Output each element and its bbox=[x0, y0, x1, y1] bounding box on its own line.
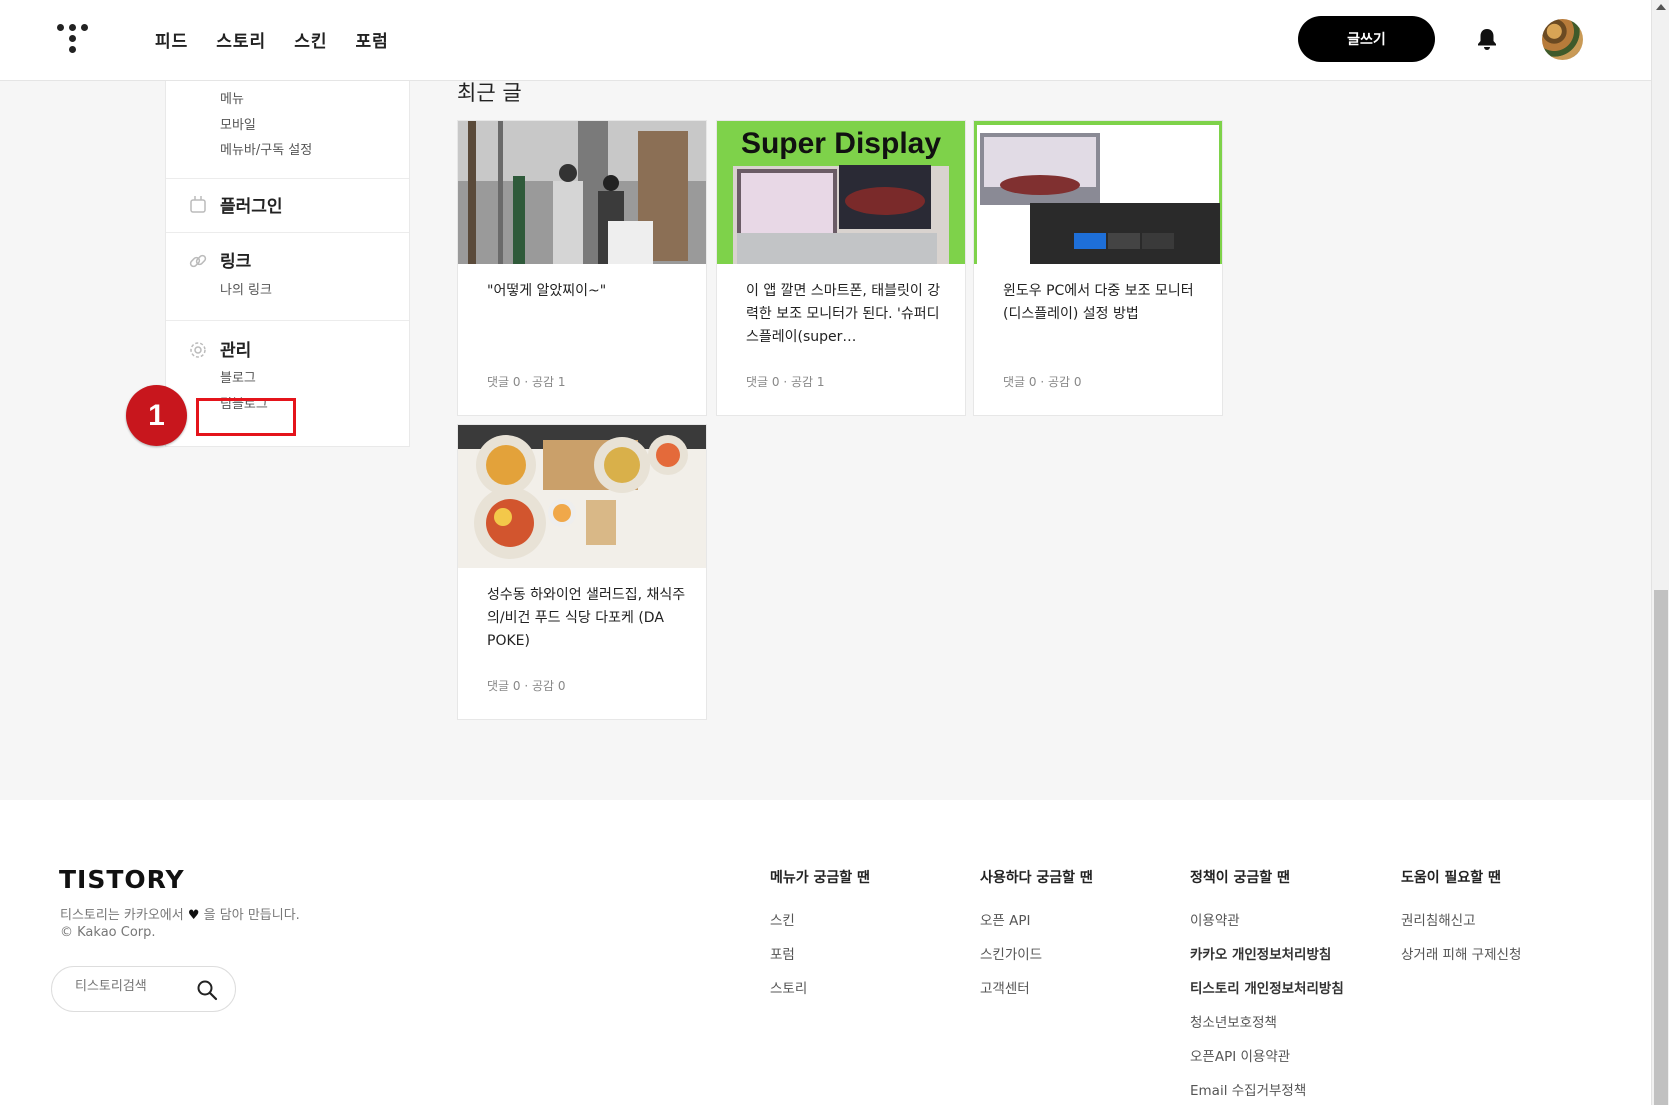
post-meta: 댓글 0 · 공감 0 bbox=[487, 679, 566, 693]
sidebar-item-mobile[interactable]: 모바일 bbox=[220, 114, 256, 133]
link-icon bbox=[189, 254, 207, 268]
footer-tagline-post: 을 담아 만듭니다. bbox=[203, 908, 300, 923]
post-thumbnail bbox=[974, 121, 1222, 264]
bell-icon[interactable] bbox=[1476, 27, 1498, 51]
post-thumbnail bbox=[458, 121, 706, 264]
post-card[interactable]: "어떻게 알았찌이~" 댓글 0 · 공감 1 bbox=[457, 120, 707, 416]
vertical-scrollbar[interactable] bbox=[1651, 0, 1669, 1105]
footer-logo[interactable]: TISTORY bbox=[59, 865, 185, 894]
footer-tagline-pre: 티스토리는 카카오에서 bbox=[60, 908, 184, 923]
footer-column-title: 도움이 필요할 땐 bbox=[1401, 870, 1501, 886]
footer-link-commerce-relief[interactable]: 상거래 피해 구제신청 bbox=[1401, 943, 1521, 977]
sidebar-item-menubar-settings[interactable]: 메뉴바/구독 설정 bbox=[220, 139, 312, 158]
search-input[interactable] bbox=[75, 979, 195, 994]
sidebar-item-menu[interactable]: 메뉴 bbox=[220, 88, 244, 107]
nav-feed[interactable]: 피드 bbox=[155, 27, 188, 52]
post-title[interactable]: 이 앱 깔면 스마트폰, 태블릿이 강력한 보조 모니터가 된다. '슈퍼디스플… bbox=[746, 280, 946, 349]
tistory-logo-icon[interactable] bbox=[57, 24, 91, 54]
footer-link-story[interactable]: 스토리 bbox=[770, 977, 870, 1011]
sidebar-item-my-links[interactable]: 나의 링크 bbox=[220, 279, 272, 298]
post-card[interactable]: 성수동 하와이언 샐러드집, 채식주의/비건 푸드 식당 다포케 (DA POK… bbox=[457, 424, 707, 720]
footer-column-title: 정책이 궁금할 땐 bbox=[1190, 870, 1290, 886]
footer-column-title: 메뉴가 궁금할 땐 bbox=[770, 870, 870, 886]
footer-column-policy: 정책이 궁금할 땐 이용약관 카카오 개인정보처리방침 티스토리 개인정보처리방… bbox=[1190, 867, 1344, 1105]
scrollbar-thumb[interactable] bbox=[1654, 590, 1668, 1105]
footer-link-kakao-privacy[interactable]: 카카오 개인정보처리방침 bbox=[1190, 943, 1344, 977]
sidebar-section-plugin: 플러그인 bbox=[166, 178, 409, 232]
recent-posts-title: 최근 글 bbox=[457, 81, 522, 105]
sidebar-item-link[interactable]: 링크 bbox=[220, 247, 251, 272]
sidebar-section-link: 링크 나의 링크 bbox=[166, 232, 409, 320]
page-footer: TISTORY 티스토리는 카카오에서 ♥ 을 담아 만듭니다. © Kakao… bbox=[0, 800, 1651, 1105]
footer-search bbox=[51, 966, 236, 1012]
footer-link-skin[interactable]: 스킨 bbox=[770, 909, 870, 943]
step-number-badge: 1 bbox=[126, 385, 187, 446]
post-thumbnail: Super Display bbox=[717, 121, 965, 264]
post-title[interactable]: 윈도우 PC에서 다중 보조 모니터(디스플레이) 설정 방법 bbox=[1003, 280, 1203, 326]
footer-link-email-policy[interactable]: Email 수집거부정책 bbox=[1190, 1079, 1344, 1105]
gear-icon bbox=[190, 342, 206, 358]
footer-link-rights-report[interactable]: 권리침해신고 bbox=[1401, 909, 1521, 943]
thumbnail-text: Super Display bbox=[741, 127, 941, 160]
footer-column-usage: 사용하다 궁금할 땐 오픈 API 스킨가이드 고객센터 bbox=[980, 867, 1093, 1011]
post-title[interactable]: "어떻게 알았찌이~" bbox=[487, 280, 687, 303]
footer-link-forum[interactable]: 포럼 bbox=[770, 943, 870, 977]
avatar[interactable] bbox=[1542, 19, 1583, 60]
sidebar-item-plugin[interactable]: 플러그인 bbox=[220, 192, 283, 217]
post-meta: 댓글 0 · 공감 1 bbox=[487, 375, 566, 389]
post-card[interactable]: 윈도우 PC에서 다중 보조 모니터(디스플레이) 설정 방법 댓글 0 · 공… bbox=[973, 120, 1223, 416]
post-card[interactable]: Super Display 이 앱 깔면 스마트폰, 태블릿이 강력한 보조 모… bbox=[716, 120, 966, 416]
nav-skin[interactable]: 스킨 bbox=[294, 27, 327, 52]
scroll-up-arrow-icon[interactable] bbox=[1656, 4, 1666, 10]
footer-column-help: 도움이 필요할 땐 권리침해신고 상거래 피해 구제신청 bbox=[1401, 867, 1521, 977]
search-icon[interactable] bbox=[196, 979, 218, 1001]
sidebar-item-blog[interactable]: 블로그 bbox=[220, 367, 256, 386]
post-meta: 댓글 0 · 공감 0 bbox=[1003, 375, 1082, 389]
write-button[interactable]: 글쓰기 bbox=[1298, 16, 1435, 62]
footer-tagline: 티스토리는 카카오에서 ♥ 을 담아 만듭니다. bbox=[60, 904, 300, 923]
footer-copyright: © Kakao Corp. bbox=[60, 925, 156, 940]
teamblog-highlight-box bbox=[196, 398, 296, 436]
footer-column-menu: 메뉴가 궁금할 땐 스킨 포럼 스토리 bbox=[770, 867, 870, 1011]
heart-icon: ♥ bbox=[187, 908, 200, 923]
footer-link-support[interactable]: 고객센터 bbox=[980, 977, 1093, 1011]
settings-sidebar: 메뉴 모바일 메뉴바/구독 설정 플러그인 링크 나의 링크 관리 블로그 팀블… bbox=[165, 81, 410, 447]
nav-story[interactable]: 스토리 bbox=[216, 27, 266, 52]
plugin-icon bbox=[190, 196, 206, 213]
footer-link-tistory-privacy[interactable]: 티스토리 개인정보처리방침 bbox=[1190, 977, 1344, 1011]
footer-link-openapi-terms[interactable]: 오픈API 이용약관 bbox=[1190, 1045, 1344, 1079]
footer-link-skin-guide[interactable]: 스킨가이드 bbox=[980, 943, 1093, 977]
post-thumbnail bbox=[458, 425, 706, 568]
sidebar-item-manage[interactable]: 관리 bbox=[220, 336, 251, 361]
footer-link-terms[interactable]: 이용약관 bbox=[1190, 909, 1344, 943]
post-title[interactable]: 성수동 하와이언 샐러드집, 채식주의/비건 푸드 식당 다포케 (DA POK… bbox=[487, 584, 687, 653]
main-nav: 피드 스토리 스킨 포럼 bbox=[155, 27, 389, 52]
nav-forum[interactable]: 포럼 bbox=[355, 27, 388, 52]
post-meta: 댓글 0 · 공감 1 bbox=[746, 375, 825, 389]
top-header: 피드 스토리 스킨 포럼 글쓰기 bbox=[0, 0, 1651, 81]
footer-column-title: 사용하다 궁금할 땐 bbox=[980, 870, 1093, 886]
footer-link-open-api[interactable]: 오픈 API bbox=[980, 909, 1093, 943]
footer-link-youth-policy[interactable]: 청소년보호정책 bbox=[1190, 1011, 1344, 1045]
